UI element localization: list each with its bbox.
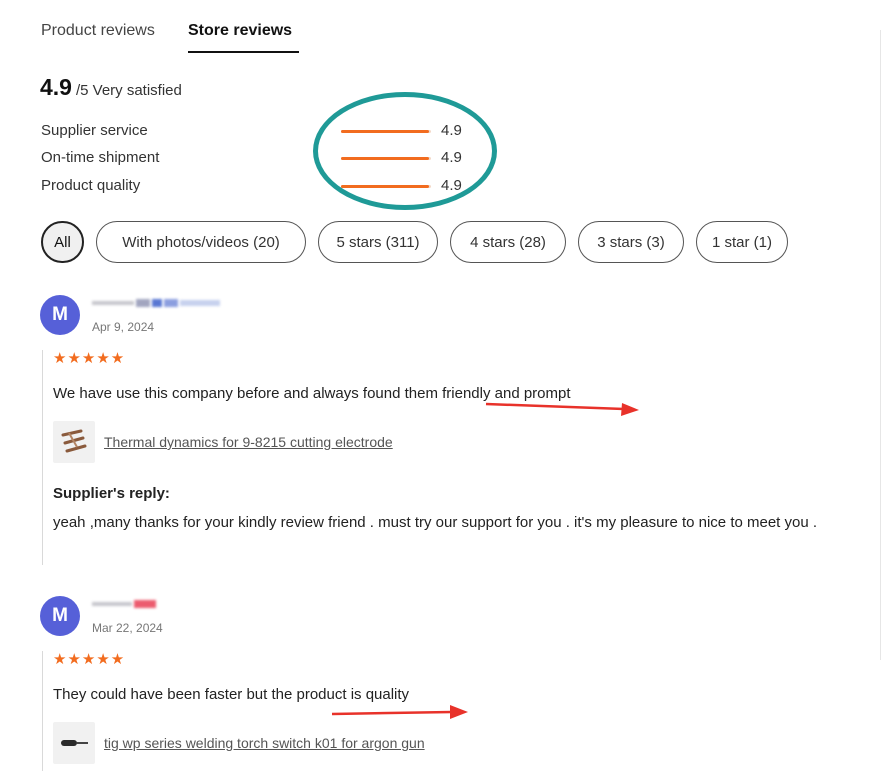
metric-label: Product quality xyxy=(41,177,141,194)
star-rating: ★★★★★ xyxy=(53,350,126,367)
metric-bar-fill xyxy=(341,157,430,160)
electrode-icon[interactable] xyxy=(53,421,95,463)
avatar: M xyxy=(40,295,80,335)
active-tab-underline xyxy=(188,51,299,53)
star-rating: ★★★★★ xyxy=(53,651,126,668)
reviewed-product: tig wp series welding torch switch k01 f… xyxy=(53,722,425,764)
metric-bar xyxy=(341,185,431,188)
filter-3-stars[interactable]: 3 stars (3) xyxy=(578,221,684,263)
metric-supplier-service: Supplier service 4.9 xyxy=(41,122,501,144)
review-date: Mar 22, 2024 xyxy=(92,621,163,635)
metric-product-quality: Product quality 4.9 xyxy=(41,177,501,199)
review-item: M Mar 22, 2024 ★★★★★ They could have bee… xyxy=(40,596,840,771)
metric-bar-fill xyxy=(341,130,430,133)
metric-value: 4.9 xyxy=(441,177,462,194)
supplier-reply-text: yeah ,many thanks for your kindly review… xyxy=(53,514,818,531)
review-body: ★★★★★ We have use this company before an… xyxy=(42,350,833,565)
metric-bar xyxy=(341,130,431,133)
metric-value: 4.9 xyxy=(441,149,462,166)
filter-5-stars[interactable]: 5 stars (311) xyxy=(318,221,438,263)
overall-score: 4.9 xyxy=(40,74,72,100)
tab-store-reviews[interactable]: Store reviews xyxy=(188,22,292,40)
reviewer-name-blurred xyxy=(92,298,220,308)
review-body: ★★★★★ They could have been faster but th… xyxy=(42,651,425,771)
torch-switch-icon[interactable] xyxy=(53,722,95,764)
overall-score-suffix: /5 Very satisfied xyxy=(75,82,182,99)
review-date: Apr 9, 2024 xyxy=(92,320,155,334)
filter-4-stars[interactable]: 4 stars (28) xyxy=(450,221,566,263)
review-text: We have use this company before and alwa… xyxy=(53,385,571,402)
filter-all[interactable]: All xyxy=(41,221,84,263)
metric-label: On-time shipment xyxy=(41,149,160,166)
review-text: They could have been faster but the prod… xyxy=(53,686,410,703)
review-item: M Apr 9, 2024 ★★★★★ We have use this com… xyxy=(40,295,840,565)
tab-product-reviews[interactable]: Product reviews xyxy=(41,22,155,40)
reviewer-name-blurred xyxy=(92,599,156,609)
product-link[interactable]: Thermal dynamics for 9-8215 cutting elec… xyxy=(104,434,393,450)
overall-rating: 4.9/5 Very satisfied xyxy=(40,74,182,101)
metric-label: Supplier service xyxy=(41,122,148,139)
metric-value: 4.9 xyxy=(441,122,462,139)
avatar: M xyxy=(40,596,80,636)
panel-border xyxy=(880,30,881,660)
metric-bar xyxy=(341,157,431,160)
product-link[interactable]: tig wp series welding torch switch k01 f… xyxy=(104,735,425,751)
metric-on-time-shipment: On-time shipment 4.9 xyxy=(41,149,501,171)
metric-bar-fill xyxy=(341,185,430,188)
filter-with-photos-videos[interactable]: With photos/videos (20) xyxy=(96,221,306,263)
supplier-reply-title: Supplier's reply: xyxy=(53,485,170,502)
reviewed-product: Thermal dynamics for 9-8215 cutting elec… xyxy=(53,421,833,463)
filter-1-star[interactable]: 1 star (1) xyxy=(696,221,788,263)
